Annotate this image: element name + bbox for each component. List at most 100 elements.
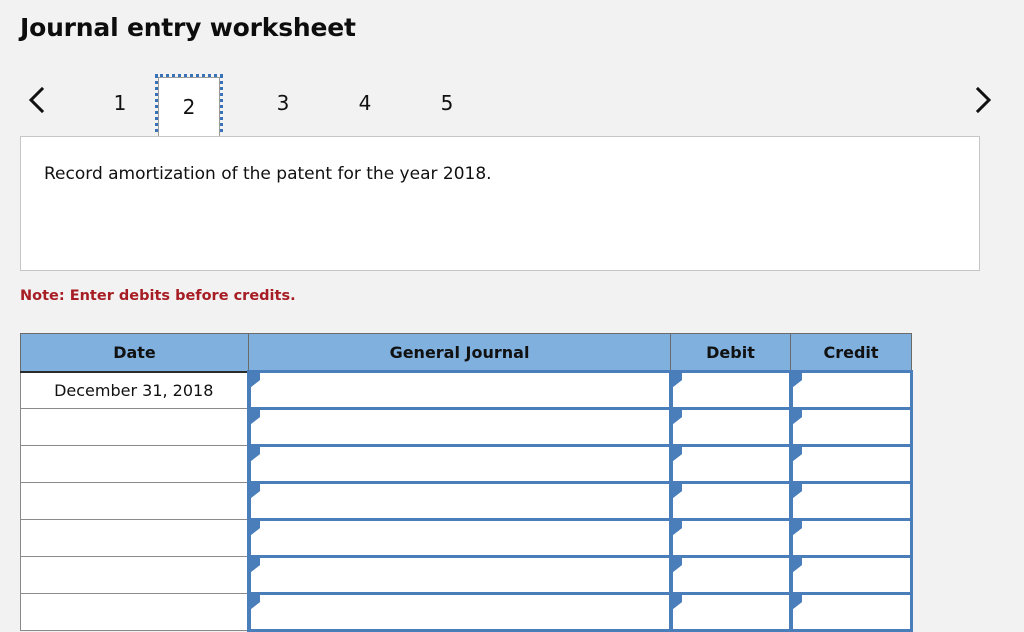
cell-credit[interactable]: [788, 518, 913, 558]
chevron-right-icon: [972, 85, 994, 115]
input-general-journal[interactable]: [250, 521, 669, 555]
cell-general-journal[interactable]: [246, 407, 672, 447]
cell-date: [20, 556, 249, 594]
cell-debit[interactable]: [668, 518, 792, 558]
input-debit[interactable]: [672, 484, 789, 518]
cell-credit[interactable]: [788, 370, 913, 410]
cell-marker-icon: [672, 521, 682, 535]
table-row: [20, 481, 913, 521]
cell-debit[interactable]: [668, 444, 792, 484]
input-credit[interactable]: [792, 558, 910, 592]
input-credit[interactable]: [792, 595, 910, 629]
worksheet-tab-3-label: 3: [276, 91, 290, 115]
worksheet-tab-4[interactable]: 4: [334, 76, 396, 130]
column-header-credit: Credit: [790, 333, 912, 373]
input-credit[interactable]: [792, 484, 910, 518]
input-credit[interactable]: [792, 373, 910, 407]
input-credit[interactable]: [792, 410, 910, 444]
cell-marker-icon: [792, 410, 802, 424]
table-row: [20, 518, 913, 558]
cell-general-journal[interactable]: [246, 481, 672, 521]
worksheet-pager: 1 2 3 4 5: [0, 70, 1024, 140]
table-row: [20, 444, 913, 484]
worksheet-tab-1[interactable]: 1: [89, 76, 151, 130]
cell-general-journal[interactable]: [246, 518, 672, 558]
cell-marker-icon: [672, 373, 682, 387]
instruction-text: Record amortization of the patent for th…: [44, 164, 492, 184]
input-credit[interactable]: [792, 521, 910, 555]
cell-debit[interactable]: [668, 407, 792, 447]
cell-marker-icon: [792, 484, 802, 498]
worksheet-tab-4-label: 4: [358, 91, 372, 115]
input-debit[interactable]: [672, 373, 789, 407]
input-debit[interactable]: [672, 595, 789, 629]
pager-prev-button[interactable]: [14, 70, 60, 130]
cell-credit[interactable]: [788, 592, 913, 632]
cell-marker-icon: [672, 410, 682, 424]
journal-entry-table-wrapper: Date General Journal Debit Credit Decemb…: [20, 333, 913, 632]
cell-marker-icon: [250, 447, 260, 461]
cell-marker-icon: [250, 595, 260, 609]
input-general-journal[interactable]: [250, 595, 669, 629]
input-credit[interactable]: [792, 447, 910, 481]
worksheet-tab-5[interactable]: 5: [416, 76, 478, 130]
worksheet-tab-3[interactable]: 3: [252, 76, 314, 130]
cell-marker-icon: [672, 595, 682, 609]
cell-marker-icon: [792, 373, 802, 387]
cell-debit[interactable]: [668, 555, 792, 595]
input-debit[interactable]: [672, 558, 789, 592]
column-header-date: Date: [20, 333, 249, 373]
cell-date: [20, 482, 249, 520]
cell-marker-icon: [250, 373, 260, 387]
cell-date: [20, 445, 249, 483]
worksheet-tab-1-label: 1: [113, 91, 127, 115]
cell-credit[interactable]: [788, 555, 913, 595]
worksheet-tab-5-label: 5: [440, 91, 454, 115]
cell-date: [20, 408, 249, 446]
worksheet-tab-2[interactable]: 2: [155, 74, 223, 140]
cell-general-journal[interactable]: [246, 370, 672, 410]
table-row: [20, 592, 913, 632]
input-general-journal[interactable]: [250, 373, 669, 407]
cell-general-journal[interactable]: [246, 444, 672, 484]
cell-marker-icon: [250, 521, 260, 535]
cell-date: [20, 593, 249, 631]
worksheet-tab-2-label: 2: [182, 95, 196, 119]
cell-debit[interactable]: [668, 370, 792, 410]
input-general-journal[interactable]: [250, 484, 669, 518]
page-title: Journal entry worksheet: [20, 13, 356, 42]
cell-marker-icon: [250, 410, 260, 424]
column-header-debit: Debit: [670, 333, 791, 373]
table-row: [20, 407, 913, 447]
cell-date: December 31, 2018: [20, 371, 249, 409]
table-row: [20, 555, 913, 595]
table-row: December 31, 2018: [20, 370, 913, 410]
journal-entry-table: Date General Journal Debit Credit Decemb…: [20, 333, 913, 632]
input-debit[interactable]: [672, 447, 789, 481]
chevron-left-icon: [26, 85, 48, 115]
column-header-general-journal: General Journal: [248, 333, 671, 373]
pager-next-button[interactable]: [960, 70, 1006, 130]
cell-general-journal[interactable]: [246, 555, 672, 595]
cell-debit[interactable]: [668, 481, 792, 521]
cell-general-journal[interactable]: [246, 592, 672, 632]
cell-date: [20, 519, 249, 557]
input-general-journal[interactable]: [250, 558, 669, 592]
cell-credit[interactable]: [788, 407, 913, 447]
table-header-row: Date General Journal Debit Credit: [20, 333, 912, 373]
cell-marker-icon: [792, 521, 802, 535]
cell-debit[interactable]: [668, 592, 792, 632]
cell-marker-icon: [792, 595, 802, 609]
cell-credit[interactable]: [788, 444, 913, 484]
cell-marker-icon: [250, 484, 260, 498]
input-debit[interactable]: [672, 521, 789, 555]
input-debit[interactable]: [672, 410, 789, 444]
cell-marker-icon: [672, 447, 682, 461]
input-general-journal[interactable]: [250, 447, 669, 481]
input-general-journal[interactable]: [250, 410, 669, 444]
cell-marker-icon: [672, 484, 682, 498]
cell-credit[interactable]: [788, 481, 913, 521]
debits-before-credits-note: Note: Enter debits before credits.: [20, 288, 296, 304]
cell-marker-icon: [792, 447, 802, 461]
instruction-panel: Record amortization of the patent for th…: [20, 136, 980, 271]
